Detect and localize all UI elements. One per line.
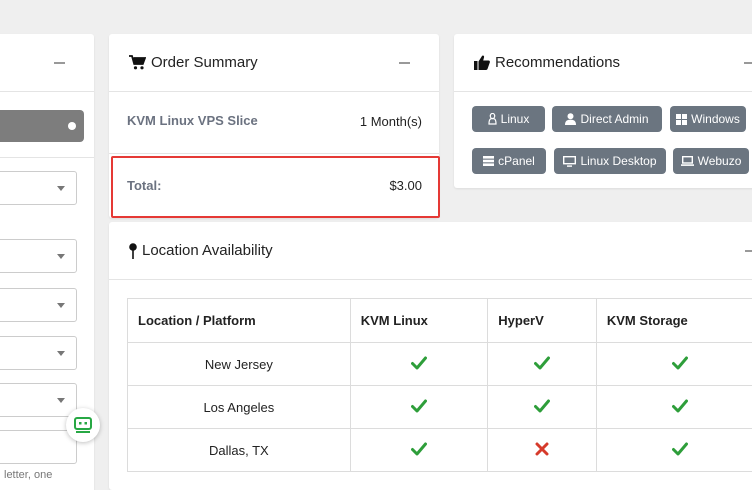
map-pin-icon <box>129 242 137 259</box>
location-city: Los Angeles <box>127 385 351 429</box>
collapse-order-summary-button[interactable] <box>399 62 410 64</box>
server-icon <box>483 156 495 166</box>
order-summary-title: Order Summary <box>151 54 258 71</box>
location-city: New Jersey <box>127 342 351 386</box>
config-text-input[interactable] <box>0 430 77 464</box>
table-row: New Jersey <box>127 342 752 386</box>
total-highlight-box <box>111 156 440 218</box>
check-icon <box>595 385 752 429</box>
tag-webuzo[interactable]: Webuzo <box>673 148 749 174</box>
chat-widget-button[interactable] <box>66 408 100 442</box>
tag-linux[interactable]: Linux <box>472 106 545 132</box>
check-icon <box>349 342 489 386</box>
config-select-4[interactable] <box>0 336 77 370</box>
tag-linux-desktop[interactable]: Linux Desktop <box>554 148 666 174</box>
chevron-down-icon <box>57 351 65 356</box>
tag-cpanel[interactable]: cPanel <box>472 148 546 174</box>
cross-icon <box>487 428 597 472</box>
location-title: Location Availability <box>142 242 273 259</box>
laptop-icon <box>680 156 694 166</box>
tag-windows[interactable]: Windows <box>670 106 746 132</box>
check-icon <box>349 385 489 429</box>
check-icon <box>595 342 752 386</box>
chevron-down-icon <box>57 398 65 403</box>
chevron-down-icon <box>57 254 65 259</box>
config-select-1[interactable] <box>0 171 77 205</box>
check-icon <box>487 385 597 429</box>
collapse-config-button[interactable] <box>54 62 65 64</box>
check-icon <box>349 428 489 472</box>
collapse-recommendations-button[interactable] <box>744 62 752 64</box>
config-toggle-button[interactable] <box>0 110 84 142</box>
check-icon <box>595 428 752 472</box>
chevron-down-icon <box>57 186 65 191</box>
password-hint: letter, one <box>4 469 53 481</box>
thumbs-up-icon <box>474 55 490 70</box>
config-select-2[interactable] <box>0 239 77 273</box>
tag-direct-admin[interactable]: Direct Admin <box>552 106 662 132</box>
config-select-3[interactable] <box>0 288 77 322</box>
column-header: KVM Storage <box>595 298 752 343</box>
product-name: KVM Linux VPS Slice <box>127 113 258 128</box>
user-icon <box>565 113 577 125</box>
config-select-5[interactable] <box>0 383 77 417</box>
windows-icon <box>676 113 688 125</box>
table-row: Los Angeles <box>127 385 752 429</box>
shopping-cart-icon <box>129 55 146 70</box>
column-header: Location / Platform <box>127 298 351 343</box>
location-table: Location / Platform KVM Linux HyperV KVM… <box>127 298 752 472</box>
config-panel-header <box>0 34 94 92</box>
column-header: KVM Linux <box>349 298 489 343</box>
desktop-icon <box>563 155 577 167</box>
check-icon <box>487 342 597 386</box>
location-city: Dallas, TX <box>127 428 351 472</box>
chat-bot-icon <box>74 417 92 433</box>
column-header: HyperV <box>487 298 597 343</box>
billing-cycle: 1 Month(s) <box>359 114 422 129</box>
table-header-row: Location / Platform KVM Linux HyperV KVM… <box>127 298 752 343</box>
collapse-location-button[interactable] <box>745 250 752 252</box>
recommendations-panel: Recommendations Linux Direct Admin Windo… <box>454 34 752 188</box>
table-row: Dallas, TX <box>127 428 752 472</box>
recommendations-title: Recommendations <box>495 54 621 71</box>
linux-icon <box>488 113 497 125</box>
chevron-down-icon <box>57 303 65 308</box>
location-availability-panel: Location Availability Location / Platfor… <box>109 222 752 490</box>
